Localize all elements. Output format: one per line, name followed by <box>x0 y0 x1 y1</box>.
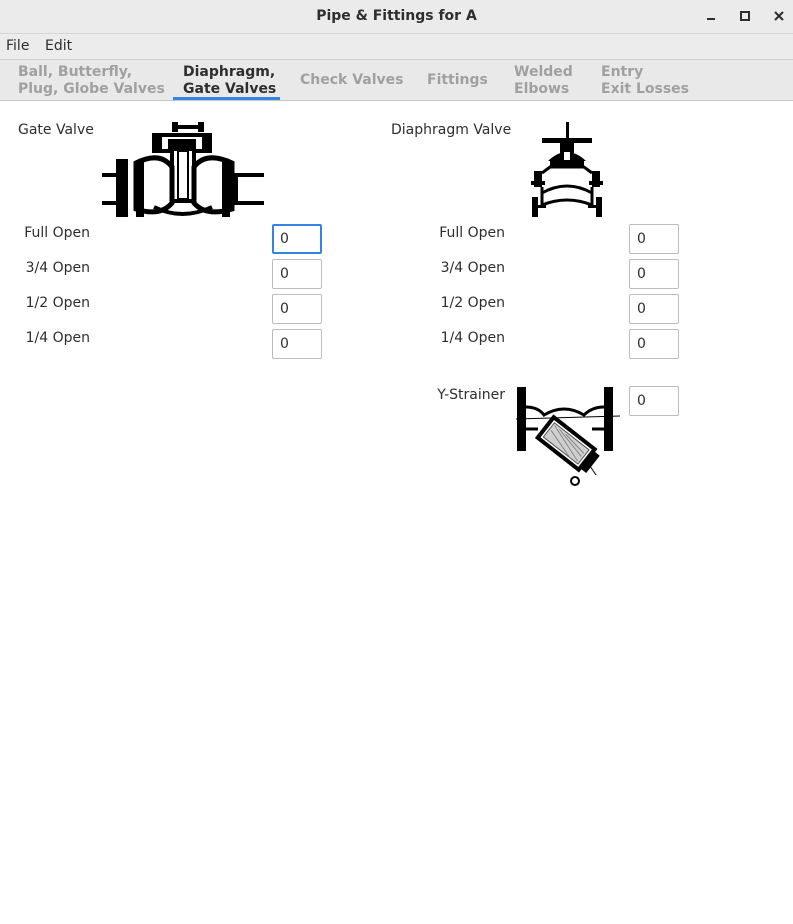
maximize-icon[interactable] <box>737 8 753 24</box>
diaphragm-valve-title: Diaphragm Valve <box>391 122 512 138</box>
minimize-icon[interactable] <box>703 8 719 24</box>
close-icon[interactable] <box>771 8 787 24</box>
gate-valve-image <box>102 122 264 217</box>
tab-label-line1: Check Valves <box>300 72 404 88</box>
gate-full-open-field[interactable] <box>272 224 322 254</box>
active-tab-indicator <box>173 97 280 100</box>
diaphragm-1-2-open-field[interactable] <box>629 294 679 324</box>
menu-bar: File Edit <box>0 34 793 60</box>
gate-1-4-open-label: 1/4 Open <box>25 330 90 346</box>
tab-label-line1: Ball, Butterfly, <box>18 64 133 80</box>
tab-label-line2: Exit Losses <box>601 81 689 97</box>
tab-diaphragm-gate-valves[interactable]: Diaphragm, Gate Valves <box>183 64 276 98</box>
diaphragm-1-4-open-label: 1/4 Open <box>440 330 505 346</box>
gate-valve-title: Gate Valve <box>18 122 94 138</box>
y-strainer-image <box>516 387 620 486</box>
tab-label-line2: Gate Valves <box>183 81 277 97</box>
tab-label-line2: Elbows <box>514 81 570 97</box>
y-strainer-label: Y-Strainer <box>437 387 505 403</box>
diaphragm-valve-image <box>531 122 603 217</box>
tab-label-line1: Welded <box>514 64 573 80</box>
diaphragm-3-4-open-label: 3/4 Open <box>440 260 505 276</box>
tab-entry-exit-losses[interactable]: Entry Exit Losses <box>601 64 689 98</box>
tab-label-line2: Plug, Globe Valves <box>18 81 165 97</box>
tab-ball-butterfly-plug-globe-valves[interactable]: Ball, Butterfly, Plug, Globe Valves <box>18 64 165 98</box>
tab-label-line1: Diaphragm, <box>183 64 276 80</box>
y-strainer-field[interactable] <box>629 386 679 416</box>
window-title: Pipe & Fittings for A <box>316 8 477 24</box>
tab-label-line1: Entry <box>601 64 644 80</box>
title-bar: Pipe & Fittings for A <box>0 0 793 34</box>
menu-edit[interactable]: Edit <box>45 38 72 54</box>
tab-bar: Ball, Butterfly, Plug, Globe Valves Diap… <box>0 60 793 101</box>
tab-check-valves[interactable]: Check Valves <box>300 72 404 89</box>
gate-3-4-open-field[interactable] <box>272 259 322 289</box>
menu-file[interactable]: File <box>6 38 29 54</box>
diaphragm-1-2-open-label: 1/2 Open <box>440 295 505 311</box>
diaphragm-full-open-field[interactable] <box>629 224 679 254</box>
gate-3-4-open-label: 3/4 Open <box>25 260 90 276</box>
diaphragm-full-open-label: Full Open <box>439 225 505 241</box>
diaphragm-3-4-open-field[interactable] <box>629 259 679 289</box>
tab-label-line1: Fittings <box>427 72 488 88</box>
diaphragm-1-4-open-field[interactable] <box>629 329 679 359</box>
tab-welded-elbows[interactable]: Welded Elbows <box>514 64 573 98</box>
gate-1-4-open-field[interactable] <box>272 329 322 359</box>
gate-1-2-open-label: 1/2 Open <box>25 295 90 311</box>
tab-fittings[interactable]: Fittings <box>427 72 488 89</box>
gate-full-open-label: Full Open <box>24 225 90 241</box>
gate-1-2-open-field[interactable] <box>272 294 322 324</box>
